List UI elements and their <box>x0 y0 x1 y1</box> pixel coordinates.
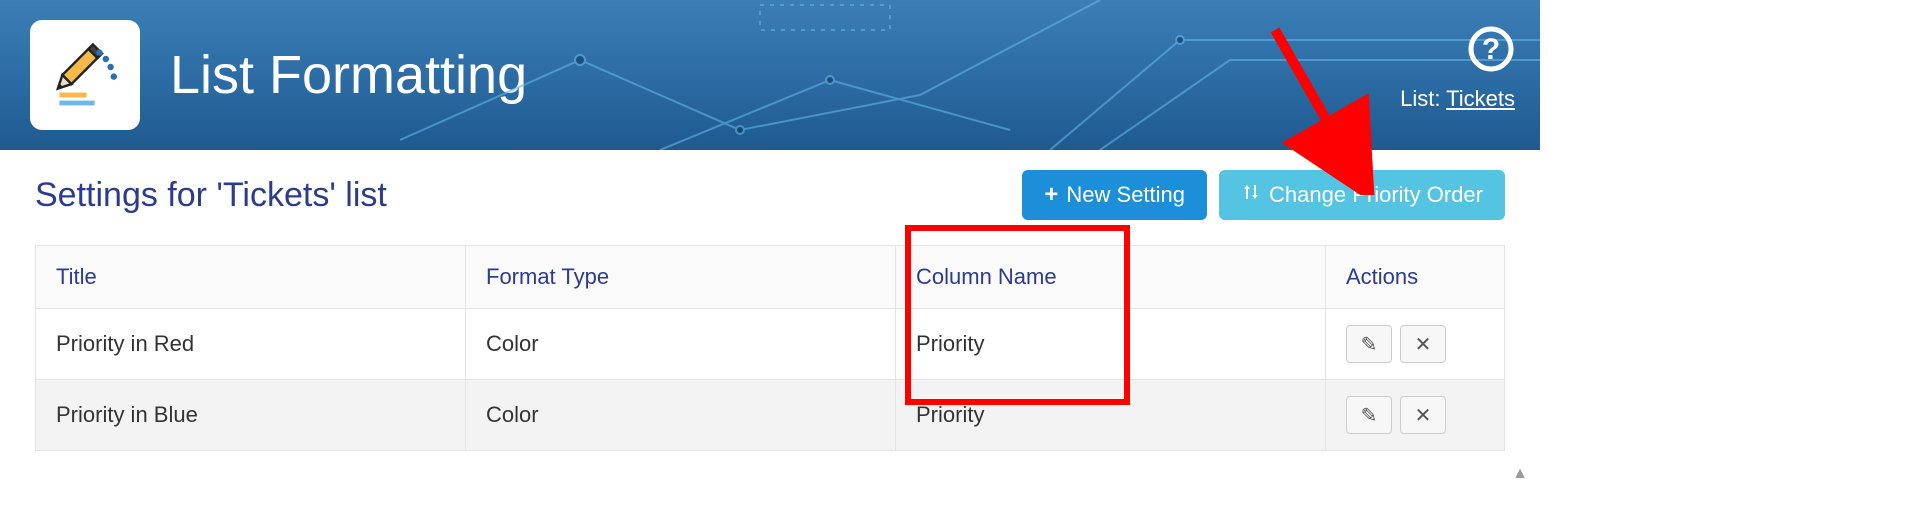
cell-format-type: Color <box>466 380 896 451</box>
scroll-up-caret[interactable]: ▲ <box>1512 465 1528 483</box>
list-prefix: List: <box>1400 86 1446 111</box>
delete-button[interactable]: ✕ <box>1400 396 1446 434</box>
pencil-icon: ✎ <box>1361 403 1378 428</box>
change-priority-order-button[interactable]: Change Priority Order <box>1219 170 1505 220</box>
close-icon: ✕ <box>1415 403 1432 428</box>
cell-column-name: Priority <box>896 380 1326 451</box>
page-title: List Formatting <box>170 44 527 106</box>
page-header: List Formatting ? List: Tickets <box>0 0 1540 150</box>
help-icon[interactable]: ? <box>1467 25 1515 78</box>
pencil-icon: ✎ <box>1361 332 1378 357</box>
cell-title: Priority in Red <box>36 309 466 380</box>
delete-button[interactable]: ✕ <box>1400 325 1446 363</box>
header-decor <box>400 0 1540 150</box>
table-row: Priority in Red Color Priority ✎ ✕ <box>36 309 1505 380</box>
edit-button[interactable]: ✎ <box>1346 396 1392 434</box>
cell-format-type: Color <box>466 309 896 380</box>
col-column-name: Column Name <box>896 246 1326 309</box>
app-icon <box>30 20 140 130</box>
list-link[interactable]: Tickets <box>1446 86 1515 111</box>
sort-icon <box>1241 182 1261 208</box>
settings-table: Title Format Type Column Name Actions Pr… <box>35 245 1505 451</box>
new-setting-button[interactable]: + New Setting <box>1022 170 1207 220</box>
col-title: Title <box>36 246 466 309</box>
settings-subtitle: Settings for 'Tickets' list <box>35 176 1010 215</box>
col-format-type: Format Type <box>466 246 896 309</box>
cell-column-name: Priority <box>896 309 1326 380</box>
list-context: List: Tickets <box>1400 86 1515 112</box>
edit-button[interactable]: ✎ <box>1346 325 1392 363</box>
plus-icon: + <box>1044 183 1058 207</box>
col-actions: Actions <box>1326 246 1505 309</box>
table-row: Priority in Blue Color Priority ✎ ✕ <box>36 380 1505 451</box>
cell-title: Priority in Blue <box>36 380 466 451</box>
close-icon: ✕ <box>1415 332 1432 357</box>
change-order-label: Change Priority Order <box>1269 182 1483 208</box>
new-setting-label: New Setting <box>1066 182 1185 208</box>
svg-text:?: ? <box>1482 33 1500 66</box>
